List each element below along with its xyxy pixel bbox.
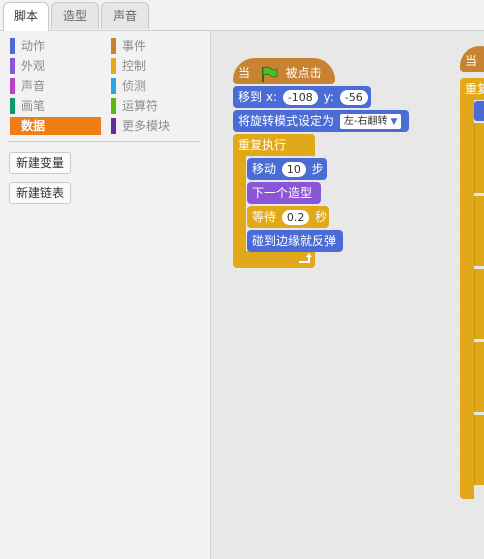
block-text: x:	[265, 90, 277, 104]
script-area[interactable]: 当 被点击 移到 x: -108 y: -56 将旋转模式设定为 左-右翻转 ▼ …	[211, 31, 484, 559]
second-script-forever-arm	[460, 99, 474, 499]
category-color-bar	[10, 118, 15, 134]
go-to-xy-block[interactable]: 移到 x: -108 y: -56	[233, 86, 371, 108]
category-pen[interactable]: 画笔	[10, 97, 100, 115]
tab-sounds[interactable]: 声音	[101, 2, 149, 29]
category-looks[interactable]: 外观	[10, 57, 100, 75]
block-text: 重复执行	[238, 138, 287, 152]
block-text: 当	[238, 66, 251, 80]
block-text: 等待	[252, 210, 277, 224]
make-list-button[interactable]: 新建链表	[9, 182, 72, 204]
green-flag-icon	[261, 66, 278, 82]
top-tab-bar: 脚本 造型 声音	[0, 0, 484, 31]
x-input[interactable]: -108	[282, 90, 318, 105]
category-color-bar	[111, 118, 116, 134]
steps-input[interactable]: 10	[281, 162, 306, 177]
dropdown-arrow-icon: ▼	[390, 117, 398, 127]
category-color-bar	[10, 38, 15, 54]
block-text: 重复	[465, 82, 484, 96]
category-color-bar	[111, 98, 116, 114]
bounce-if-on-edge-block[interactable]: 碰到边缘就反弹	[247, 230, 343, 252]
block-text: 步	[311, 162, 324, 176]
block-text: y:	[323, 90, 334, 104]
forever-block[interactable]: 重复执行	[233, 134, 315, 156]
category-color-bar	[10, 58, 15, 74]
y-input[interactable]: -56	[339, 90, 368, 105]
category-color-bar	[111, 58, 116, 74]
when-flag-clicked-block[interactable]: 当 被点击	[233, 58, 335, 84]
block-palette: 动作 外观 声音 画笔 数据 事件 控制 侦测 运算符 更多模块 新建变量 新建…	[0, 31, 211, 559]
block-text: 碰到边缘就反弹	[252, 234, 337, 248]
second-script-inner-block[interactable]	[474, 196, 484, 266]
block-text: 秒	[315, 210, 328, 224]
wait-seconds-input[interactable]: 0.2	[281, 210, 310, 225]
category-control[interactable]: 控制	[111, 57, 201, 75]
category-motion[interactable]: 动作	[10, 37, 100, 55]
set-rotation-style-block[interactable]: 将旋转模式设定为 左-右翻转 ▼	[233, 110, 409, 132]
category-events[interactable]: 事件	[111, 37, 201, 55]
tab-scripts[interactable]: 脚本	[3, 2, 49, 31]
category-operators[interactable]: 运算符	[111, 97, 201, 115]
block-text: 当	[465, 54, 478, 68]
category-sound[interactable]: 声音	[10, 77, 100, 95]
wait-block[interactable]: 等待 0.2 秒	[247, 206, 329, 228]
loop-arrow-icon	[299, 253, 312, 263]
category-color-bar	[111, 38, 116, 54]
second-script-inner-block[interactable]	[474, 415, 484, 485]
block-text: 移到	[238, 90, 263, 104]
tab-costumes[interactable]: 造型	[51, 2, 99, 29]
make-variable-button[interactable]: 新建变量	[9, 152, 72, 174]
second-script-inner-block[interactable]	[474, 123, 484, 193]
block-text: 将旋转模式设定为	[238, 114, 335, 128]
category-list: 动作 外观 声音 画笔 数据 事件 控制 侦测 运算符 更多模块	[0, 31, 210, 141]
category-sensing[interactable]: 侦测	[111, 77, 201, 95]
move-steps-block[interactable]: 移动 10 步	[247, 158, 327, 180]
category-color-bar	[10, 78, 15, 94]
block-text: 移动	[252, 162, 277, 176]
second-script-hat-block[interactable]: 当	[460, 46, 484, 72]
category-color-bar	[10, 98, 15, 114]
second-script-inner-block[interactable]	[474, 342, 484, 412]
category-data[interactable]: 数据	[10, 117, 101, 135]
second-script-inner-block[interactable]	[474, 101, 484, 121]
block-text: 下一个造型	[252, 186, 313, 200]
block-text: 被点击	[285, 66, 322, 80]
dropdown-value: 左-右翻转	[343, 116, 388, 127]
palette-divider	[8, 141, 200, 142]
category-more-blocks[interactable]: 更多模块	[111, 117, 201, 135]
rotation-style-dropdown[interactable]: 左-右翻转 ▼	[339, 114, 402, 129]
second-script-forever-block[interactable]: 重复	[460, 78, 484, 100]
forever-block-arm	[233, 155, 246, 265]
next-costume-block[interactable]: 下一个造型	[247, 182, 321, 204]
second-script-inner-block[interactable]	[474, 269, 484, 339]
category-color-bar	[111, 78, 116, 94]
